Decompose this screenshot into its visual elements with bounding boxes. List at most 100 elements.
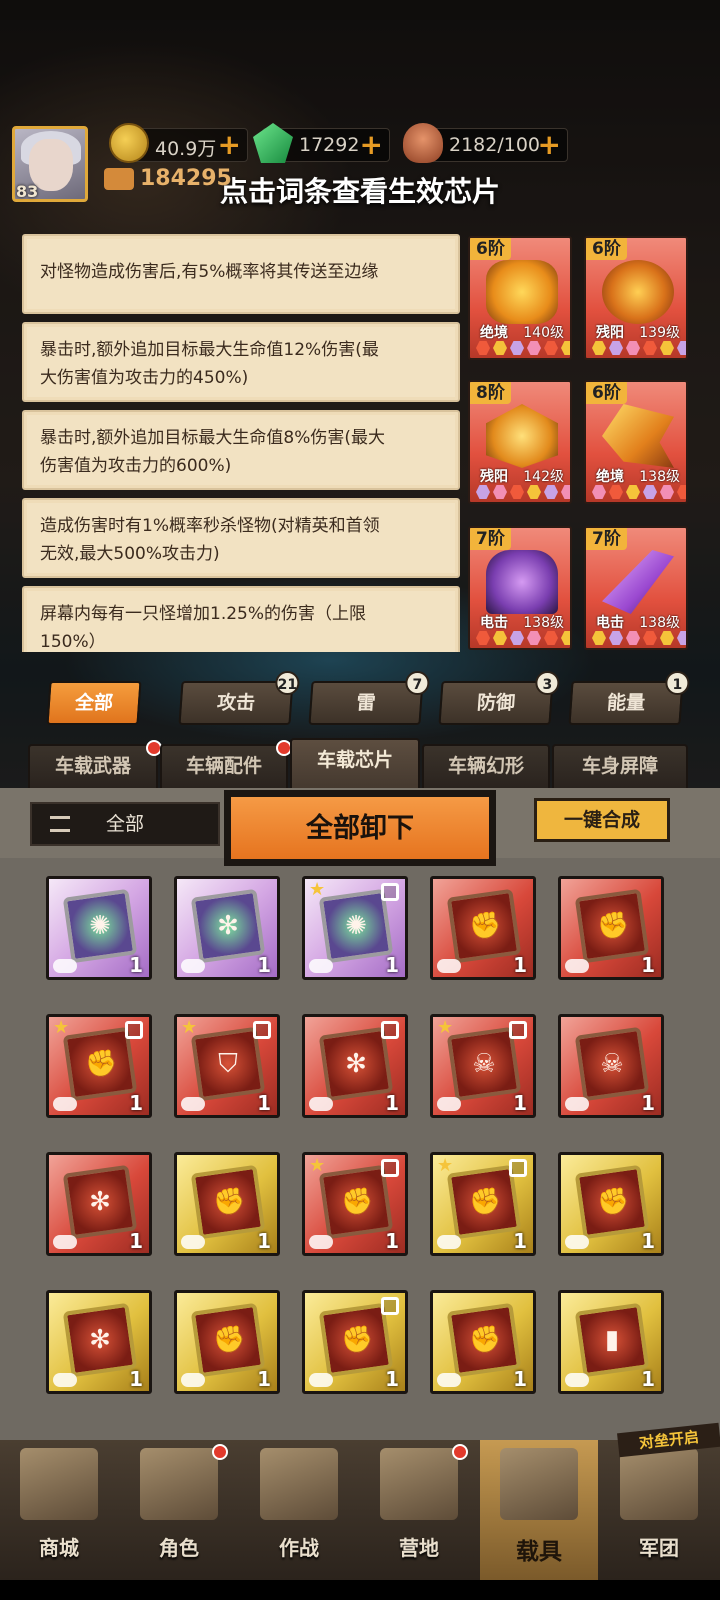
chip-slot-dots: [592, 631, 686, 645]
lock-icon[interactable]: [509, 1021, 527, 1039]
chip-count: 1: [513, 1367, 527, 1391]
inventory-chip[interactable]: ✺ 1 ★: [302, 876, 408, 980]
slot-dot: [592, 631, 606, 645]
tab-label: 车载武器: [54, 755, 131, 777]
nav-character[interactable]: 角色: [120, 1440, 238, 1580]
equipment-tabs: 车载武器 车辆配件 车载芯片 车辆幻形 车身屏障: [0, 738, 720, 788]
add-gem-button[interactable]: +: [360, 129, 383, 161]
effective-chip[interactable]: 7阶 电击 138级: [584, 526, 688, 650]
effective-chip[interactable]: 6阶 绝境 138级: [584, 380, 688, 504]
unequip-all-button[interactable]: 全部卸下: [224, 790, 496, 866]
category-tab[interactable]: 全部: [46, 681, 142, 725]
inventory-chip[interactable]: ✊ 1: [302, 1290, 408, 1394]
chip-affix-name: 绝境: [480, 325, 508, 341]
affix-text: 伤害值为攻击力的600%): [40, 456, 232, 476]
effective-chip[interactable]: 7阶 电击 138级: [468, 526, 572, 650]
chip-type-icon: [181, 959, 205, 973]
meat-icon: [403, 123, 443, 163]
chip-level: 142级: [523, 469, 564, 485]
category-tab[interactable]: 攻击 21: [178, 671, 300, 725]
lock-icon[interactable]: [253, 1021, 271, 1039]
stamina-counter[interactable]: 2182/100 +: [403, 123, 568, 163]
category-tab[interactable]: 防御 3: [438, 671, 560, 725]
add-stamina-button[interactable]: +: [538, 129, 561, 161]
affix-item[interactable]: 暴击时,额外追加目标最大生命值8%伤害(最大 伤害值为攻击力的600%): [22, 410, 460, 490]
tab-vehicle-skin[interactable]: 车辆幻形: [422, 744, 550, 788]
affix-item[interactable]: 对怪物造成伤害后,有5%概率将其传送至边缘: [22, 234, 460, 314]
gold-counter[interactable]: 40.9万 +: [109, 123, 248, 163]
inventory-chip[interactable]: ✺ 1: [46, 876, 152, 980]
inventory-chip[interactable]: ✊ 1: [558, 1152, 664, 1256]
lock-icon[interactable]: [381, 883, 399, 901]
affix-item[interactable]: 暴击时,额外追加目标最大生命值12%伤害(最 大伤害值为攻击力的450%): [22, 322, 460, 402]
affix-item[interactable]: 屏幕内每有一只怪增加1.25%的伤害（上限 150%）: [22, 586, 460, 652]
lock-icon[interactable]: [509, 1159, 527, 1177]
inventory-chip[interactable]: ✊ 1: [430, 876, 536, 980]
category-tab[interactable]: 雷7: [308, 671, 430, 725]
chip-type-icon: [309, 1097, 333, 1111]
tent-icon: [380, 1448, 458, 1520]
slot-dot: [561, 341, 570, 355]
inventory-chip[interactable]: ✊ 1: [430, 1290, 536, 1394]
skull-icon: ☠: [472, 1049, 496, 1079]
inventory-chip[interactable]: ✊ 1: [174, 1152, 280, 1256]
nav-cart[interactable]: 商城: [0, 1440, 118, 1580]
slot-dot: [493, 341, 507, 355]
gem-icon: [253, 123, 293, 163]
inventory-chip[interactable]: ☠ 1 ★: [430, 1014, 536, 1118]
category-label: 防御: [476, 692, 516, 714]
one-click-synthesize-button[interactable]: 一键合成: [534, 798, 670, 842]
inventory-chip[interactable]: ⛉ 1 ★: [174, 1014, 280, 1118]
inventory-chip[interactable]: ✊ 1: [174, 1290, 280, 1394]
affix-item[interactable]: 造成伤害时有1%概率秒杀怪物(对精英和首领 无效,最大500%攻击力): [22, 498, 460, 578]
effective-chip[interactable]: 8阶 残阳 142级: [468, 380, 572, 504]
lock-icon[interactable]: [381, 1297, 399, 1315]
inventory-chip[interactable]: ✻ 1: [302, 1014, 408, 1118]
lock-icon[interactable]: [381, 1021, 399, 1039]
tab-label: 车身屏障: [581, 755, 658, 777]
inventory-chip[interactable]: ✊ 1 ★: [302, 1152, 408, 1256]
lock-icon[interactable]: [381, 1159, 399, 1177]
orange-cannon-icon: [486, 260, 558, 324]
slot-dot: [544, 485, 558, 499]
inventory-chip[interactable]: ✻ 1: [174, 876, 280, 980]
nav-legion[interactable]: 军团: [600, 1440, 718, 1580]
tab-vehicle-parts[interactable]: 车辆配件: [160, 740, 292, 788]
inventory-chip[interactable]: ✊ 1 ★: [46, 1014, 152, 1118]
inventory-chip[interactable]: ✻ 1: [46, 1152, 152, 1256]
tab-vehicle-barrier[interactable]: 车身屏障: [552, 744, 688, 788]
category-tab[interactable]: 能量 1: [568, 671, 690, 725]
inventory-chip[interactable]: ✊ 1: [558, 876, 664, 980]
chip-level: 140级: [523, 325, 564, 341]
inventory-chip[interactable]: ✻ 1: [46, 1290, 152, 1394]
gear-icon: ✻: [89, 1325, 111, 1355]
chip-count: 1: [129, 953, 143, 977]
notification-dot: [212, 1444, 228, 1460]
nav-guns[interactable]: 作战: [240, 1440, 358, 1580]
inventory-chip[interactable]: ✊ 1 ★: [430, 1152, 536, 1256]
tab-vehicle-weapon[interactable]: 车载武器: [28, 740, 162, 788]
effective-chip[interactable]: 6阶 残阳 139级: [584, 236, 688, 360]
category-label: 雷: [355, 692, 377, 714]
chip-count: 1: [513, 953, 527, 977]
gear-icon: ✻: [345, 1049, 367, 1079]
rarity-filter-dropdown[interactable]: 全部: [30, 802, 220, 846]
inventory-chip[interactable]: ☠ 1: [558, 1014, 664, 1118]
nav-label: 商城: [39, 1536, 79, 1560]
affix-list[interactable]: 对怪物造成伤害后,有5%概率将其传送至边缘 暴击时,额外追加目标最大生命值12%…: [22, 234, 460, 652]
add-gold-button[interactable]: +: [218, 129, 241, 161]
chip-count: 1: [257, 953, 271, 977]
slot-dot: [609, 485, 623, 499]
chip-type-icon: [53, 959, 77, 973]
gem-counter[interactable]: 17292 +: [253, 123, 390, 163]
inventory-chip[interactable]: ▮ 1: [558, 1290, 664, 1394]
slot-dot: [592, 485, 606, 499]
affix-text: 对怪物造成伤害后,有5%概率将其传送至边缘: [40, 262, 379, 282]
tab-vehicle-chip[interactable]: 车载芯片: [290, 738, 420, 788]
nav-vehicle[interactable]: 载具: [480, 1440, 598, 1580]
lock-icon[interactable]: [125, 1021, 143, 1039]
effective-chip[interactable]: 6阶 绝境 140级: [468, 236, 572, 360]
fist-icon: ✊: [85, 1049, 118, 1079]
nav-tent[interactable]: 营地: [360, 1440, 478, 1580]
chip-type-icon: [309, 1235, 333, 1249]
